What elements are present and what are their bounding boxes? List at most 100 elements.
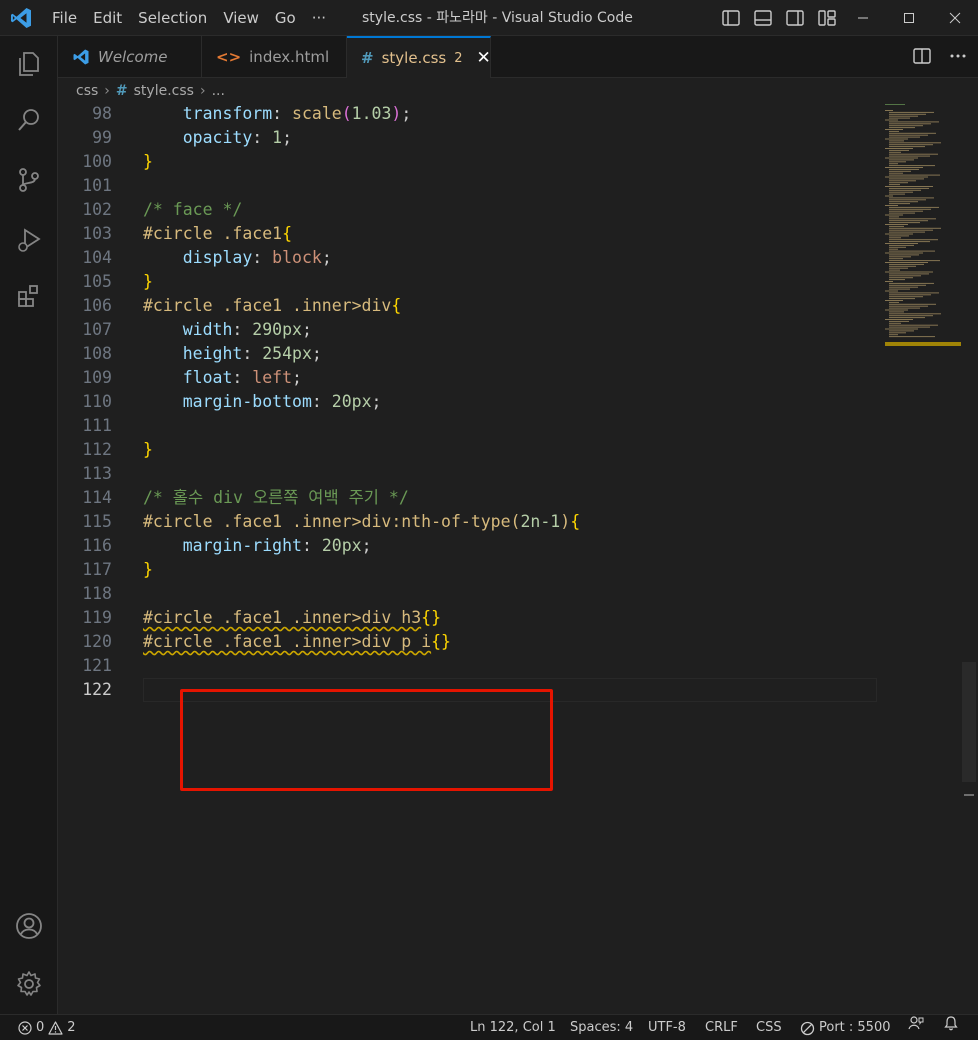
line-number: 117	[82, 560, 112, 579]
minimize-button[interactable]	[840, 0, 886, 36]
breadcrumb-folder[interactable]: css	[76, 83, 98, 99]
line-number: 116	[82, 536, 112, 555]
code-line[interactable]: 109 float: left;	[58, 366, 878, 390]
code-line[interactable]: 121	[58, 654, 878, 678]
code-line[interactable]: 115 #circle .face1 .inner>div:nth-of-type…	[58, 510, 878, 534]
code-line[interactable]: 101	[58, 174, 878, 198]
code-line[interactable]: 102 /* face */	[58, 198, 878, 222]
line-code: margin-bottom: 20px;	[182, 392, 382, 411]
maximize-button[interactable]	[886, 0, 932, 36]
code-line[interactable]: 107 width: 290px;	[58, 318, 878, 342]
code-line[interactable]: 99 opacity: 1;	[58, 126, 878, 150]
breadcrumb-symbols[interactable]: ...	[212, 83, 225, 99]
toggle-primary-sidebar-icon[interactable]	[720, 8, 742, 28]
code-line[interactable]: 106 #circle .face1 .inner>div{	[58, 294, 878, 318]
tab-index-html[interactable]: <> index.html	[202, 36, 347, 78]
source-control-icon[interactable]	[0, 156, 58, 204]
code-line[interactable]: 114 /* 홀수 div 오른쪽 여백 주기 */	[58, 486, 878, 510]
search-icon[interactable]	[0, 96, 58, 144]
line-number: 112	[82, 440, 112, 459]
line-code: width: 290px;	[182, 320, 312, 339]
menu-edit[interactable]: Edit	[85, 0, 130, 36]
encoding-status[interactable]: UTF-8	[648, 1015, 686, 1040]
line-number: 109	[82, 368, 112, 387]
tab-label: index.html	[249, 48, 330, 66]
code-line[interactable]: 100}	[58, 150, 878, 174]
line-number: 115	[82, 512, 112, 531]
menu-bar: File Edit Selection View Go ···	[44, 0, 334, 36]
cursor-position[interactable]: Ln 122, Col 1	[470, 1015, 556, 1040]
close-icon[interactable]: ✕	[476, 48, 490, 68]
code-line[interactable]: 119 #circle .face1 .inner>div h3{}	[58, 606, 878, 630]
layout-controls	[720, 8, 838, 28]
toggle-secondary-sidebar-icon[interactable]	[784, 8, 806, 28]
notifications-bell-icon[interactable]	[943, 1015, 959, 1031]
tab-style-css[interactable]: # style.css 2 ✕	[347, 36, 491, 78]
line-code: #circle .face1 .inner>div{	[143, 296, 402, 315]
toggle-panel-icon[interactable]	[752, 8, 774, 28]
title-bar: File Edit Selection View Go ··· style.cs…	[0, 0, 978, 36]
tab-label: Welcome	[98, 48, 168, 66]
vscode-logo-icon	[11, 8, 31, 28]
menu-view[interactable]: View	[215, 0, 267, 36]
scrollbar-thumb[interactable]	[962, 662, 976, 782]
code-line[interactable]: 103 #circle .face1{	[58, 222, 878, 246]
activity-bar	[0, 36, 58, 1014]
code-line[interactable]: 117}	[58, 558, 878, 582]
line-code: opacity: 1;	[182, 128, 293, 147]
code-line[interactable]: 120 #circle .face1 .inner>div p i{}	[58, 630, 878, 654]
more-actions-icon[interactable]	[948, 46, 968, 66]
customize-layout-icon[interactable]	[816, 8, 838, 28]
code-line[interactable]: 108 height: 254px;	[58, 342, 878, 366]
line-number: 107	[82, 320, 112, 339]
split-editor-icon[interactable]	[912, 46, 932, 66]
code-line[interactable]: 98 transform: scale(1.03);	[58, 102, 878, 126]
line-code: }	[143, 560, 153, 579]
extensions-icon[interactable]	[0, 272, 58, 320]
language-mode[interactable]: CSS	[756, 1015, 782, 1040]
settings-gear-icon[interactable]	[0, 960, 58, 1008]
menu-selection[interactable]: Selection	[130, 0, 215, 36]
line-code: }	[143, 272, 153, 291]
error-count: 0	[36, 1020, 45, 1035]
line-code: /* face */	[143, 200, 243, 219]
explorer-icon[interactable]	[0, 40, 58, 88]
window-controls	[840, 0, 978, 36]
line-number: 111	[82, 416, 112, 435]
run-debug-icon[interactable]	[0, 216, 58, 264]
live-server-status[interactable]: Port : 5500	[800, 1015, 891, 1040]
code-line[interactable]: 104 display: block;	[58, 246, 878, 270]
code-line[interactable]: 110 margin-bottom: 20px;	[58, 390, 878, 414]
eol-status[interactable]: CRLF	[705, 1015, 738, 1040]
code-line[interactable]: 105}	[58, 270, 878, 294]
code-line[interactable]: 111	[58, 414, 878, 438]
problems-status[interactable]: 0 2	[18, 1015, 76, 1040]
menu-go[interactable]: Go	[267, 0, 304, 36]
html-brackets-icon: <>	[216, 48, 242, 66]
code-line[interactable]: 118	[58, 582, 878, 606]
minimap[interactable]	[878, 102, 964, 1012]
line-code: float: left;	[182, 368, 302, 387]
vertical-scrollbar[interactable]	[962, 102, 976, 1012]
code-line[interactable]: 116 margin-right: 20px;	[58, 534, 878, 558]
no-entry-icon	[800, 1021, 815, 1035]
vscode-logo-icon	[73, 49, 89, 65]
feedback-icon[interactable]	[908, 1015, 924, 1031]
accounts-icon[interactable]	[0, 902, 58, 950]
code-line[interactable]: 112}	[58, 438, 878, 462]
menu-more[interactable]: ···	[304, 0, 334, 36]
menu-file[interactable]: File	[44, 0, 85, 36]
line-number: 122	[82, 680, 112, 699]
indentation-status[interactable]: Spaces: 4	[570, 1015, 633, 1040]
tab-welcome[interactable]: Welcome	[58, 36, 202, 78]
code-line[interactable]: 113	[58, 462, 878, 486]
status-bar: 0 2 Ln 122, Col 1 Spaces: 4 UTF-8 CRLF C…	[0, 1014, 978, 1040]
line-code: display: block;	[182, 248, 332, 267]
chevron-right-icon: ›	[199, 83, 206, 99]
chevron-right-icon: ›	[104, 83, 110, 99]
close-window-button[interactable]	[932, 0, 978, 36]
tab-label: style.css	[381, 49, 447, 67]
code-editor[interactable]: 98 transform: scale(1.03); 99 opacity: 1;…	[58, 102, 878, 1012]
minimap-viewport[interactable]	[885, 342, 961, 346]
breadcrumb-file[interactable]: style.css	[134, 83, 194, 99]
